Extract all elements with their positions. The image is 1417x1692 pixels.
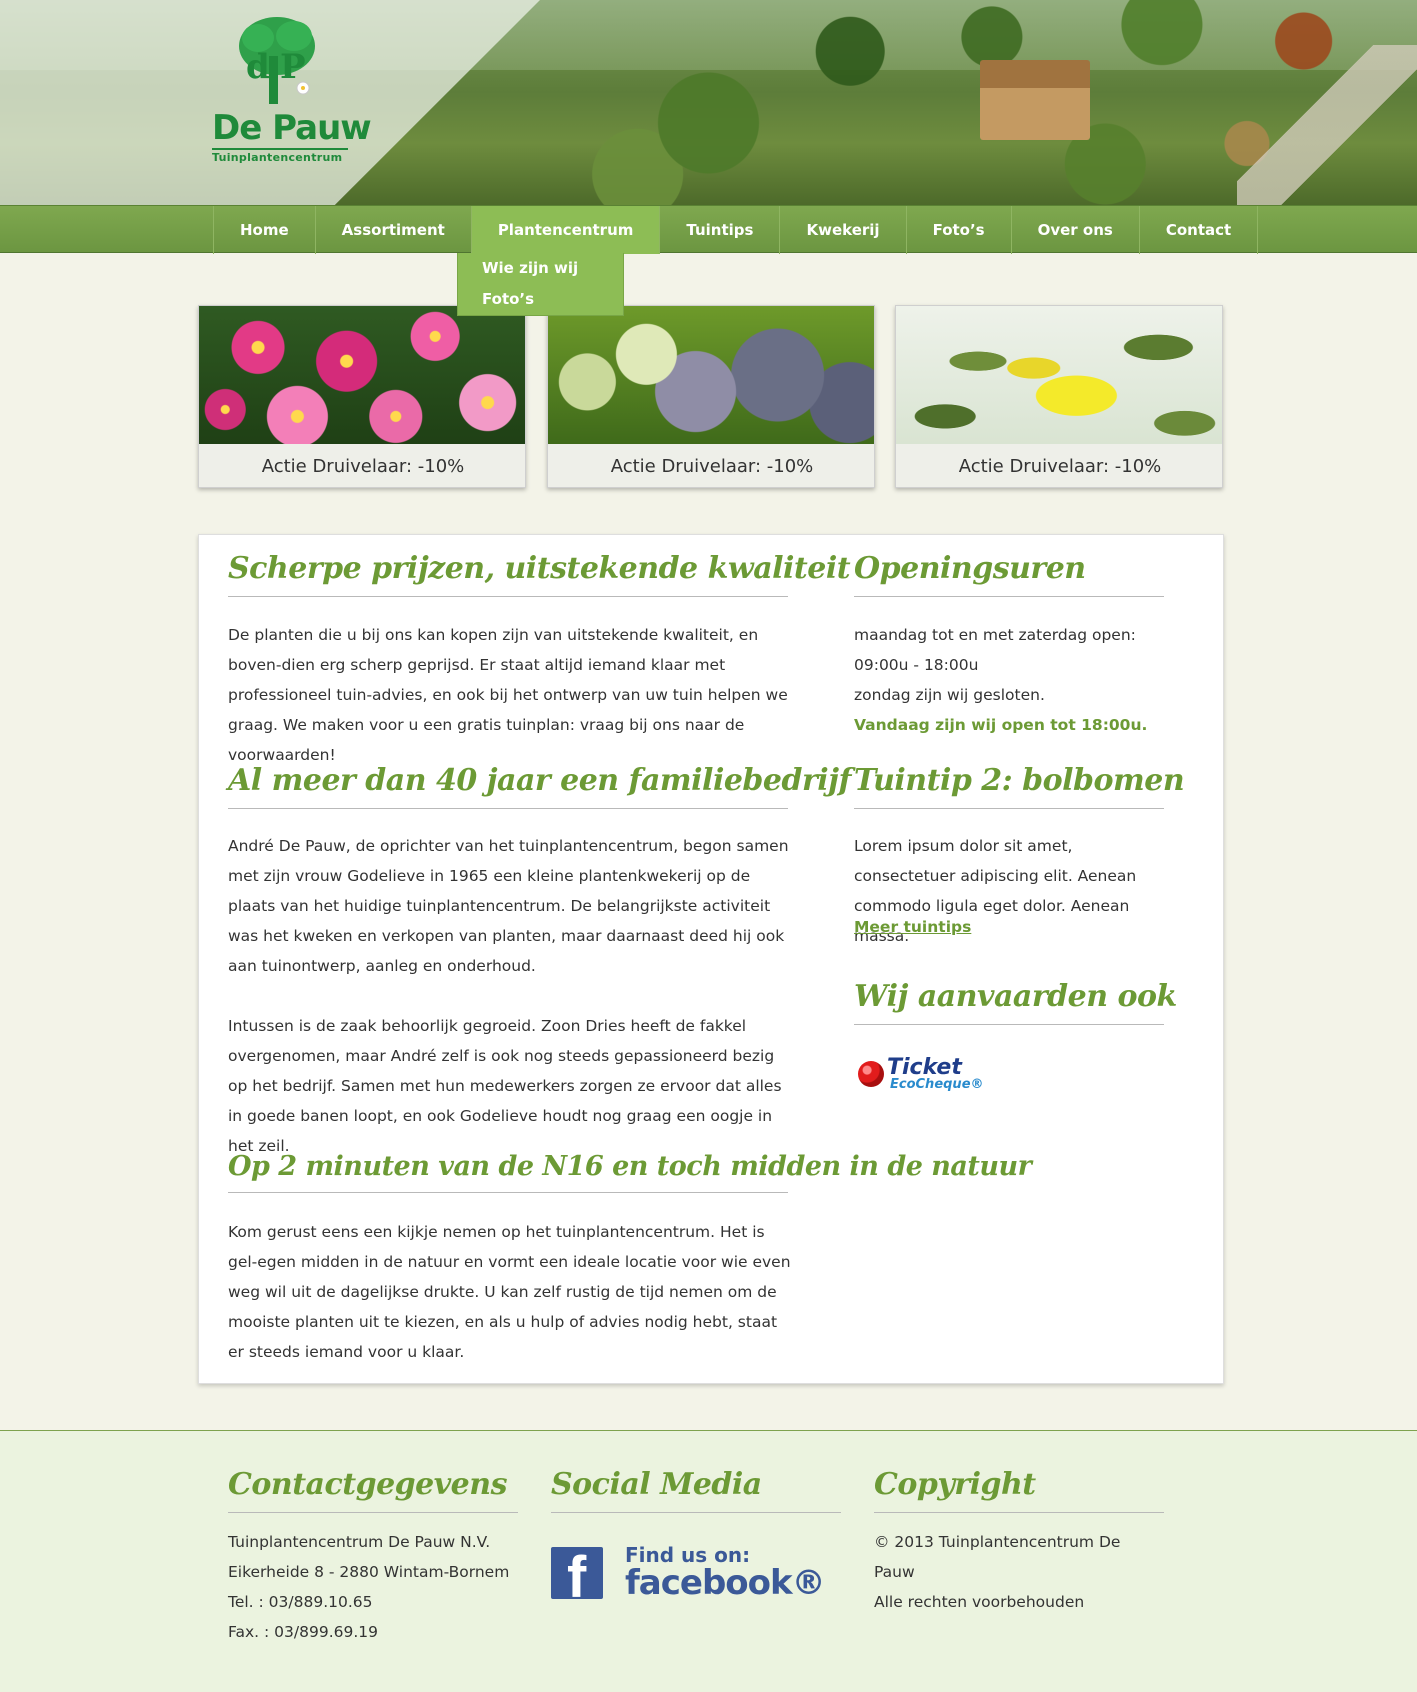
promo-photo-quince [896,306,1222,444]
promo-caption: Actie Druivelaar: -10% [896,444,1222,487]
logo-subtitle: Tuinplantencentrum [212,148,348,164]
promo-caption: Actie Druivelaar: -10% [548,444,874,487]
nav-item-assortiment[interactable]: Assortiment [316,206,472,254]
copyright-line: © 2013 Tuinplantencentrum De Pauw [874,1533,1121,1581]
contact-line: Eikerheide 8 - 2880 Wintam-Bornem [228,1563,510,1581]
heading-opening-hours: Openingsuren [854,551,1164,597]
contact-line: Tuinplantencentrum De Pauw N.V. [228,1533,491,1551]
facebook-icon: f [551,1547,603,1599]
today-open-notice: Vandaag zijn wij open tot 18:00u. [854,716,1148,734]
dropdown-item-wie-zijn-wij[interactable]: Wie zijn wij [482,253,599,284]
nav-dropdown-plantencentrum: Wie zijn wij Foto’s [457,253,624,316]
footer-contact: Contactgegevens Tuinplantencentrum De Pa… [228,1467,518,1647]
nav-item-label: Assortiment [341,221,445,239]
promo-cards: Actie Druivelaar: -10% Actie Druivelaar:… [198,305,1224,489]
footer-social: Social Media f Find us on: facebook® [551,1467,841,1603]
promo-card[interactable]: Actie Druivelaar: -10% [547,305,875,488]
nav-item-label: Plantencentrum [497,221,634,239]
facebook-link[interactable]: f Find us on: facebook® [551,1543,826,1603]
paragraph-history: André De Pauw, de oprichter van het tuin… [228,837,789,975]
banner-path [1237,45,1417,205]
meer-tuintips-link[interactable]: Meer tuintips [854,918,971,936]
contact-fax: Fax. : 03/899.69.19 [228,1623,378,1641]
footer: Contactgegevens Tuinplantencentrum De Pa… [0,1430,1417,1692]
nav-item-home[interactable]: Home [214,206,316,254]
main-content: Scherpe prijzen, uitstekende kwaliteit D… [198,534,1224,1384]
ticket-ball-icon [858,1061,884,1087]
heading-tuintip: Tuintip 2: bolbomen [854,763,1185,809]
ticket-product: EcoCheque® [890,1077,984,1092]
promo-photo-flowers [199,306,525,444]
logo[interactable]: d P De Pauw Tuinplantencentrum [208,16,372,166]
nav-item-contact[interactable]: Contact [1140,206,1259,254]
promo-card[interactable]: Actie Druivelaar: -10% [198,305,526,488]
ticket-ecocheque-logo: Ticket EcoCheque® [858,1055,988,1095]
svg-text:d: d [246,47,270,87]
dropdown-item-fotos[interactable]: Foto’s [482,284,599,315]
nav-item-plantencentrum[interactable]: Plantencentrum [471,206,661,254]
header-banner: d P De Pauw Tuinplantencentrum [0,0,1417,205]
promo-caption: Actie Druivelaar: -10% [199,444,525,487]
nav-item-kwekerij[interactable]: Kwekerij [780,206,907,254]
heading-accepted-payments: Wij aanvaarden ook [854,979,1177,1025]
footer-copyright: Copyright © 2013 Tuinplantencentrum De P… [874,1467,1164,1617]
contact-phone: Tel. : 03/889.10.65 [228,1593,373,1611]
hours-line: zondag zijn wij gesloten. [854,686,1045,704]
section-heading-location: Op 2 minuten van de N16 en toch midden i… [228,1151,1032,1193]
paragraph-prices: De planten die u bij ons kan kopen zijn … [228,626,788,764]
nav-item-fotos[interactable]: Foto’s [907,206,1012,254]
paragraph-growth: Intussen is de zaak behoorlijk gegroeid.… [228,1017,782,1155]
footer-heading-social: Social Media [551,1467,841,1513]
hours-line: 09:00u - 18:00u [854,656,979,674]
nav-item-label: Home [240,221,289,239]
nav-item-label: Over ons [1037,221,1113,239]
nav-item-label: Tuintips [686,221,754,239]
promo-photo-blueberries [548,306,874,444]
logo-tree-icon: d P [239,17,315,104]
main-navigation: Home Assortiment Plantencentrum Tuintips… [0,205,1417,254]
section-heading-family: Al meer dan 40 jaar een familiebedrijf [228,763,851,809]
nav-item-over-ons[interactable]: Over ons [1012,206,1140,254]
nav-item-label: Foto’s [932,221,985,239]
nav-item-label: Kwekerij [806,221,880,239]
section-heading-prices: Scherpe prijzen, uitstekende kwaliteit [228,551,851,597]
promo-card[interactable]: Actie Druivelaar: -10% [895,305,1223,488]
logo-name: De Pauw [212,108,372,148]
hours-line: maandag tot en met zaterdag open: [854,626,1136,644]
copyright-line: Alle rechten voorbehouden [874,1593,1085,1611]
svg-text:P: P [280,47,306,87]
footer-heading-contact: Contactgegevens [228,1467,518,1513]
nav-item-tuintips[interactable]: Tuintips [660,206,781,254]
nav-item-label: Contact [1165,221,1232,239]
facebook-wordmark: facebook® [625,1563,826,1603]
banner-garden-shed [980,60,1090,140]
paragraph-location: Kom gerust eens een kijkje nemen op het … [228,1223,791,1361]
footer-heading-copyright: Copyright [874,1467,1164,1513]
